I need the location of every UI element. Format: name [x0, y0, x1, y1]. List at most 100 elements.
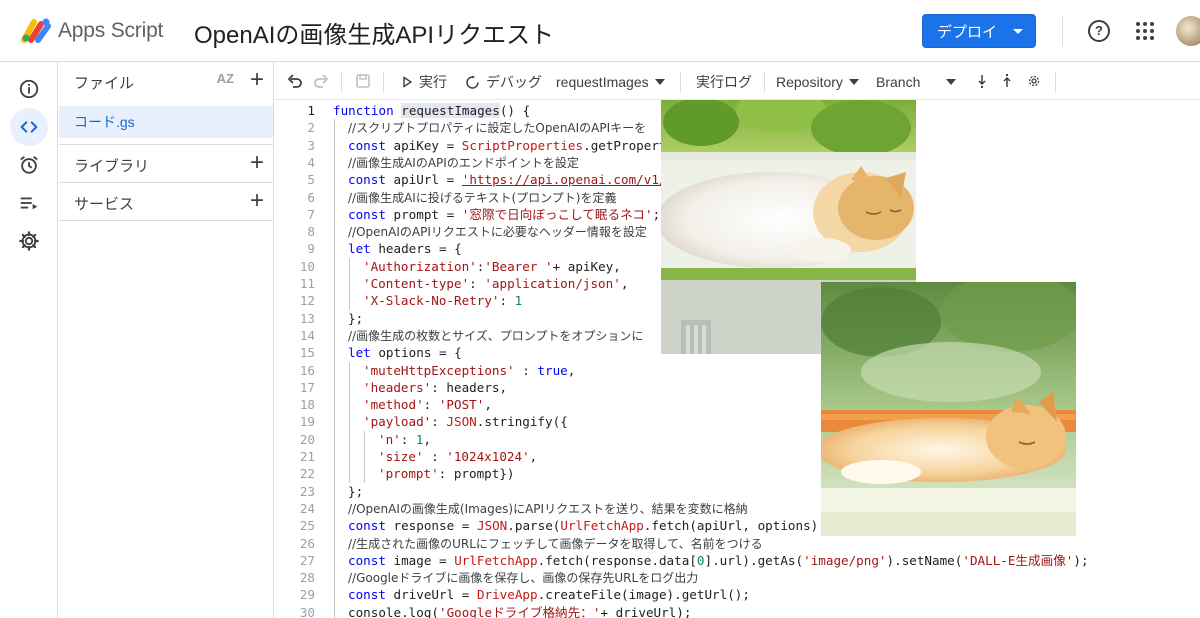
line-number: 15 [299, 345, 315, 361]
code-line[interactable]: //画像生成AIに投げるテキスト(プロンプト)を定義 [348, 189, 616, 206]
code-line[interactable]: console.log('Googleドライブ格納先：'+ driveUrl); [348, 604, 691, 618]
code-line[interactable]: 'method': 'POST', [363, 396, 492, 413]
toolbar-divider [680, 72, 681, 92]
function-select-value: requestImages [556, 74, 649, 90]
overview-nav[interactable] [10, 70, 48, 108]
gear-icon[interactable] [1028, 75, 1040, 87]
line-number: 20 [299, 431, 315, 447]
line-number-gutter: 1 2 3 4 5 6 7 8 9 10 11 12 13 14 15 16 17 18 19 20 21 22 23 24 2… [275, 100, 315, 618]
info-icon [19, 79, 39, 99]
code-line[interactable]: //スクリプトプロパティに設定したOpenAIのAPIキーを [348, 119, 646, 136]
line-number: 25 [299, 518, 315, 534]
line-number: 27 [299, 552, 315, 568]
left-rail [0, 62, 58, 618]
line-number: 17 [299, 379, 315, 395]
step-out-icon[interactable] [1002, 74, 1012, 88]
libraries-label: ライブラリ [74, 158, 150, 175]
save-icon[interactable] [355, 73, 371, 89]
line-number: 29 [299, 587, 315, 603]
avatar[interactable] [1176, 16, 1200, 46]
line-number: 13 [299, 310, 315, 326]
deploy-label: デプロイ [937, 23, 998, 41]
add-library-plus-icon[interactable]: + [250, 151, 264, 175]
code-line[interactable]: const apiUrl = 'https://api.openai.com/v… [348, 171, 666, 188]
file-item-code-gs[interactable]: コード.gs [59, 106, 273, 138]
triggers-nav[interactable] [10, 146, 48, 184]
execution-log-label: 実行ログ [696, 74, 752, 90]
execution-log-button[interactable]: 実行ログ [696, 72, 752, 92]
line-number: 12 [299, 293, 315, 309]
debug-button[interactable]: デバッグ [465, 72, 542, 92]
editor-nav[interactable] [10, 108, 48, 146]
app-name[interactable]: Apps Script [58, 19, 163, 43]
line-number: 6 [307, 189, 315, 205]
code-line[interactable]: //Googleドライブに画像を保存し、画像の保存先URLをログ出力 [348, 569, 698, 586]
repository-label: Repository [776, 74, 843, 90]
code-line[interactable]: //画像生成の枚数とサイズ、プロンプトをオプションに [348, 327, 643, 344]
services-section[interactable]: サービス + [59, 183, 274, 221]
repository-select[interactable]: Repository [776, 72, 859, 92]
code-icon [20, 121, 38, 133]
run-button[interactable]: 実行 [401, 72, 447, 92]
settings-icon [19, 231, 39, 251]
code-editor[interactable]: 1 2 3 4 5 6 7 8 9 10 11 12 13 14 15 16 17 18 19 20 21 22 23 24 2… [275, 100, 1200, 618]
code-line[interactable]: const prompt = '窓際で日向ぼっこして眠るネコ'; [348, 206, 660, 223]
code-line[interactable]: }; [348, 310, 363, 327]
redo-icon[interactable] [313, 73, 329, 89]
line-number: 5 [307, 172, 315, 188]
line-number: 8 [307, 224, 315, 240]
sort-az-icon[interactable]: AZ [217, 71, 234, 86]
code-line[interactable]: 'Content-type': 'application/json', [363, 275, 628, 292]
line-number: 26 [299, 535, 315, 551]
branch-select[interactable]: Branch [876, 72, 957, 92]
code-line[interactable]: //画像生成AIのAPIのエンドポイントを設定 [348, 154, 579, 171]
indent-guide [349, 361, 350, 483]
line-number: 14 [299, 327, 315, 343]
indent-guide [349, 257, 350, 310]
code-line[interactable]: 'size' : '1024x1024', [378, 448, 537, 465]
files-label: ファイル [74, 75, 135, 92]
code-line[interactable]: let headers = { [348, 240, 462, 257]
run-icon [403, 76, 413, 88]
code-line[interactable]: //OpenAIのAPIリクエストに必要なヘッダー情報を設定 [348, 223, 647, 240]
files-section-header: ファイル AZ + [59, 62, 274, 100]
code-line[interactable]: 'n': 1, [378, 431, 431, 448]
code-line[interactable]: }; [348, 483, 363, 500]
code-line[interactable]: const response = JSON.parse(UrlFetchApp.… [348, 517, 833, 534]
code-line[interactable]: //生成された画像のURLにフェッチして画像データを取得して、名前をつける [348, 535, 763, 552]
branch-label: Branch [876, 74, 921, 90]
undo-icon[interactable] [287, 73, 303, 89]
code-line[interactable]: let options = { [348, 344, 462, 361]
services-label: サービス [74, 196, 135, 213]
code-line[interactable]: const apiKey = ScriptProperties.getPrope… [348, 137, 667, 154]
code-line[interactable]: 'X-Slack-No-Retry': 1 [363, 292, 522, 309]
add-file-plus-icon[interactable]: + [250, 68, 264, 92]
code-line[interactable]: //OpenAIの画像生成(Images)にAPIリクエストを送り、結果を変数に… [348, 500, 748, 517]
code-line[interactable]: const image = UrlFetchApp.fetch(response… [348, 552, 1089, 569]
code-line[interactable]: 'Authorization':'Bearer '+ apiKey, [363, 258, 621, 275]
settings-nav[interactable] [10, 222, 48, 260]
code-line[interactable]: 'headers': headers, [363, 379, 507, 396]
libraries-section[interactable]: ライブラリ + [59, 144, 274, 183]
code-line[interactable]: const driveUrl = DriveApp.createFile(ima… [348, 586, 750, 603]
code-line[interactable]: 'muteHttpExceptions' : true, [363, 362, 575, 379]
executions-nav[interactable] [10, 184, 48, 222]
line-number: 21 [299, 449, 315, 464]
step-over-icon[interactable] [977, 74, 987, 88]
apps-grid-icon[interactable] [1136, 22, 1154, 40]
code-line[interactable]: function requestImages() { [333, 102, 530, 119]
code-line[interactable]: 'payload': JSON.stringify({ [363, 413, 568, 430]
code-line[interactable]: 'prompt': prompt}) [378, 465, 515, 482]
deploy-button[interactable]: デプロイ [922, 14, 1036, 48]
cat-image-sunlight [821, 282, 1076, 536]
line-number: 22 [299, 466, 315, 482]
line-number: 7 [307, 206, 315, 222]
function-select[interactable]: requestImages [556, 72, 665, 92]
indent-guide [364, 430, 365, 483]
line-number: 9 [307, 241, 315, 257]
project-title[interactable]: OpenAIの画像生成APIリクエスト [194, 15, 554, 50]
help-icon[interactable]: ? [1088, 20, 1110, 42]
line-number: 28 [299, 570, 315, 586]
apps-script-logo[interactable] [20, 16, 52, 44]
add-service-plus-icon[interactable]: + [250, 189, 264, 213]
